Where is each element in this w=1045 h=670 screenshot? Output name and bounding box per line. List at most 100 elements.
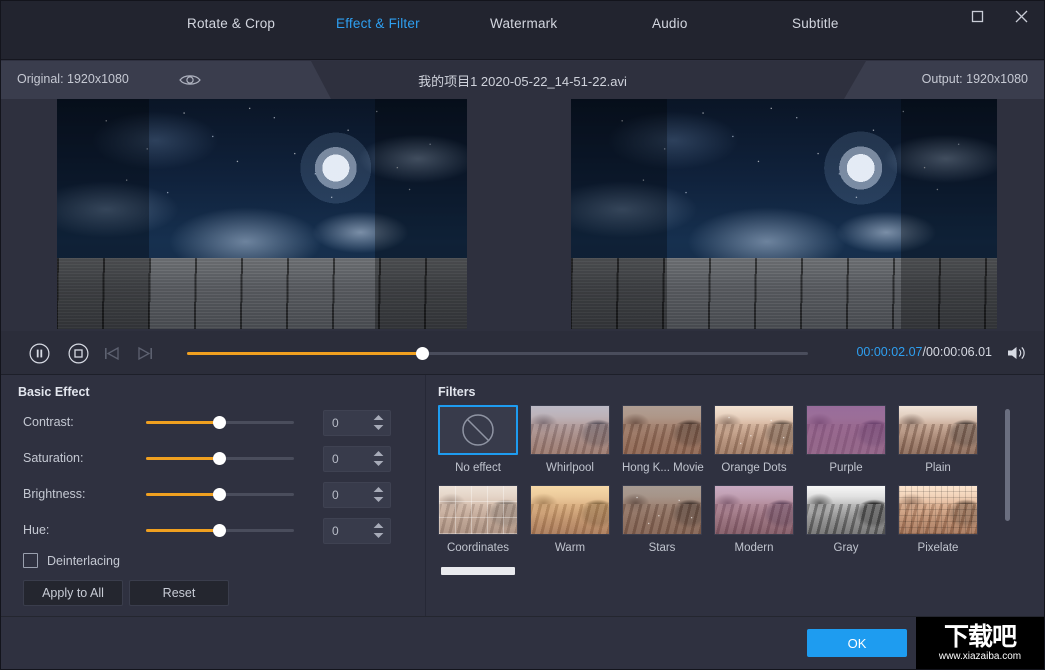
filter-color-overlay bbox=[715, 486, 793, 534]
sparkle-overlay bbox=[623, 486, 701, 534]
watermark-url: www.xiazaiba.com bbox=[939, 651, 1021, 662]
filters-scrollbar-horizontal[interactable] bbox=[441, 567, 515, 575]
filter-item-coordinates[interactable]: Coordinates bbox=[438, 485, 518, 554]
tab-rotate-crop[interactable]: Rotate & Crop bbox=[187, 16, 275, 31]
chevron-up-icon[interactable] bbox=[373, 450, 384, 457]
tab-effect-filter[interactable]: Effect & Filter bbox=[336, 16, 420, 31]
filter-item-plain[interactable]: Plain bbox=[898, 405, 978, 474]
filter-thumbnail[interactable] bbox=[806, 485, 886, 535]
window-controls bbox=[960, 1, 1038, 31]
volume-icon[interactable] bbox=[1006, 343, 1028, 363]
stop-icon[interactable] bbox=[68, 343, 89, 364]
filter-item-orange-dots[interactable]: Orange Dots bbox=[714, 405, 794, 474]
maximize-icon[interactable] bbox=[960, 3, 994, 29]
contrast-slider[interactable] bbox=[146, 421, 294, 424]
filter-item-pixelate[interactable]: Pixelate bbox=[898, 485, 978, 554]
filter-label: Pixelate bbox=[898, 542, 978, 554]
filter-item-modern[interactable]: Modern bbox=[714, 485, 794, 554]
brightness-slider[interactable] bbox=[146, 493, 294, 496]
saturation-stepper-arrows[interactable] bbox=[373, 450, 384, 467]
hue-slider-handle[interactable] bbox=[213, 524, 226, 537]
filter-thumbnail[interactable] bbox=[622, 405, 702, 455]
saturation-slider-fill bbox=[146, 457, 220, 460]
seek-bar[interactable] bbox=[187, 352, 808, 355]
deinterlacing-checkbox-row[interactable]: Deinterlacing bbox=[23, 553, 120, 568]
contrast-stepper-arrows[interactable] bbox=[373, 414, 384, 431]
saturation-value: 0 bbox=[332, 452, 339, 466]
ok-button[interactable]: OK bbox=[807, 629, 907, 657]
filter-thumbnail[interactable] bbox=[714, 485, 794, 535]
filter-thumbnail[interactable] bbox=[898, 405, 978, 455]
filter-label: Stars bbox=[622, 542, 702, 554]
output-preview[interactable] bbox=[571, 99, 997, 329]
preview-area bbox=[1, 99, 1044, 331]
filter-thumbnail[interactable] bbox=[530, 485, 610, 535]
footer-bar: OK 下载吧 www.xiazaiba.com bbox=[1, 616, 1044, 669]
preview-stars bbox=[57, 99, 467, 255]
info-bar: Original: 1920x1080 我的项目1 2020-05-22_14-… bbox=[1, 61, 1044, 99]
tab-audio[interactable]: Audio bbox=[652, 16, 688, 31]
filter-thumbnail[interactable] bbox=[714, 405, 794, 455]
filter-thumbnail[interactable] bbox=[438, 405, 518, 455]
previous-frame-icon[interactable] bbox=[102, 343, 123, 364]
deinterlacing-checkbox[interactable] bbox=[23, 553, 38, 568]
saturation-slider[interactable] bbox=[146, 457, 294, 460]
hue-stepper-arrows[interactable] bbox=[373, 522, 384, 539]
hue-value: 0 bbox=[332, 524, 339, 538]
filter-label: Coordinates bbox=[438, 542, 518, 554]
filter-color-overlay bbox=[531, 486, 609, 534]
filter-thumbnail[interactable] bbox=[806, 405, 886, 455]
brightness-stepper-arrows[interactable] bbox=[373, 486, 384, 503]
filter-item-whirlpool[interactable]: Whirlpool bbox=[530, 405, 610, 474]
total-time: /00:00:06.01 bbox=[922, 345, 992, 359]
next-frame-icon[interactable] bbox=[134, 343, 155, 364]
filter-color-overlay bbox=[899, 406, 977, 454]
filters-scrollbar-vertical[interactable] bbox=[1005, 409, 1010, 521]
contrast-stepper[interactable]: 0 bbox=[323, 410, 391, 436]
filter-item-warm[interactable]: Warm bbox=[530, 485, 610, 554]
apply-to-all-button[interactable]: Apply to All bbox=[23, 580, 123, 606]
brightness-value: 0 bbox=[332, 488, 339, 502]
preview-wood-deck-output bbox=[571, 258, 997, 329]
filter-item-gray[interactable]: Gray bbox=[806, 485, 886, 554]
no-effect-icon bbox=[440, 407, 516, 453]
filters-list[interactable]: No effectWhirlpoolHong K... MovieOrange … bbox=[438, 405, 1013, 577]
chevron-up-icon[interactable] bbox=[373, 522, 384, 529]
chevron-down-icon[interactable] bbox=[373, 460, 384, 467]
saturation-stepper[interactable]: 0 bbox=[323, 446, 391, 472]
pause-icon[interactable] bbox=[29, 343, 50, 364]
filter-thumbnail[interactable] bbox=[438, 485, 518, 535]
filter-label: Modern bbox=[714, 542, 794, 554]
contrast-slider-handle[interactable] bbox=[213, 416, 226, 429]
chevron-up-icon[interactable] bbox=[373, 414, 384, 421]
filter-item-purple[interactable]: Purple bbox=[806, 405, 886, 474]
filter-item-hong-k-movie[interactable]: Hong K... Movie bbox=[622, 405, 702, 474]
contrast-slider-fill bbox=[146, 421, 220, 424]
filter-item-stars[interactable]: Stars bbox=[622, 485, 702, 554]
reset-button[interactable]: Reset bbox=[129, 580, 229, 606]
tab-subtitle[interactable]: Subtitle bbox=[792, 16, 839, 31]
hue-stepper[interactable]: 0 bbox=[323, 518, 391, 544]
seek-handle[interactable] bbox=[416, 347, 429, 360]
eye-icon[interactable] bbox=[177, 69, 203, 91]
brightness-slider-handle[interactable] bbox=[213, 488, 226, 501]
filter-color-overlay bbox=[807, 486, 885, 534]
filter-thumbnail[interactable] bbox=[622, 485, 702, 535]
close-icon[interactable] bbox=[1004, 3, 1038, 29]
saturation-slider-handle[interactable] bbox=[213, 452, 226, 465]
filter-thumbnail[interactable] bbox=[530, 405, 610, 455]
chevron-up-icon[interactable] bbox=[373, 486, 384, 493]
brightness-stepper[interactable]: 0 bbox=[323, 482, 391, 508]
original-preview[interactable] bbox=[57, 99, 467, 329]
filter-thumbnail[interactable] bbox=[898, 485, 978, 535]
chevron-down-icon[interactable] bbox=[373, 424, 384, 431]
output-resolution-label: Output: 1920x1080 bbox=[922, 72, 1028, 86]
hue-label: Hue: bbox=[23, 523, 49, 537]
filter-item-no-effect[interactable]: No effect bbox=[438, 405, 518, 474]
project-title: 我的项目1 2020-05-22_14-51-22.avi bbox=[1, 71, 1044, 90]
chevron-down-icon[interactable] bbox=[373, 496, 384, 503]
tab-watermark[interactable]: Watermark bbox=[490, 16, 557, 31]
filter-label: Purple bbox=[806, 462, 886, 474]
chevron-down-icon[interactable] bbox=[373, 532, 384, 539]
hue-slider[interactable] bbox=[146, 529, 294, 532]
